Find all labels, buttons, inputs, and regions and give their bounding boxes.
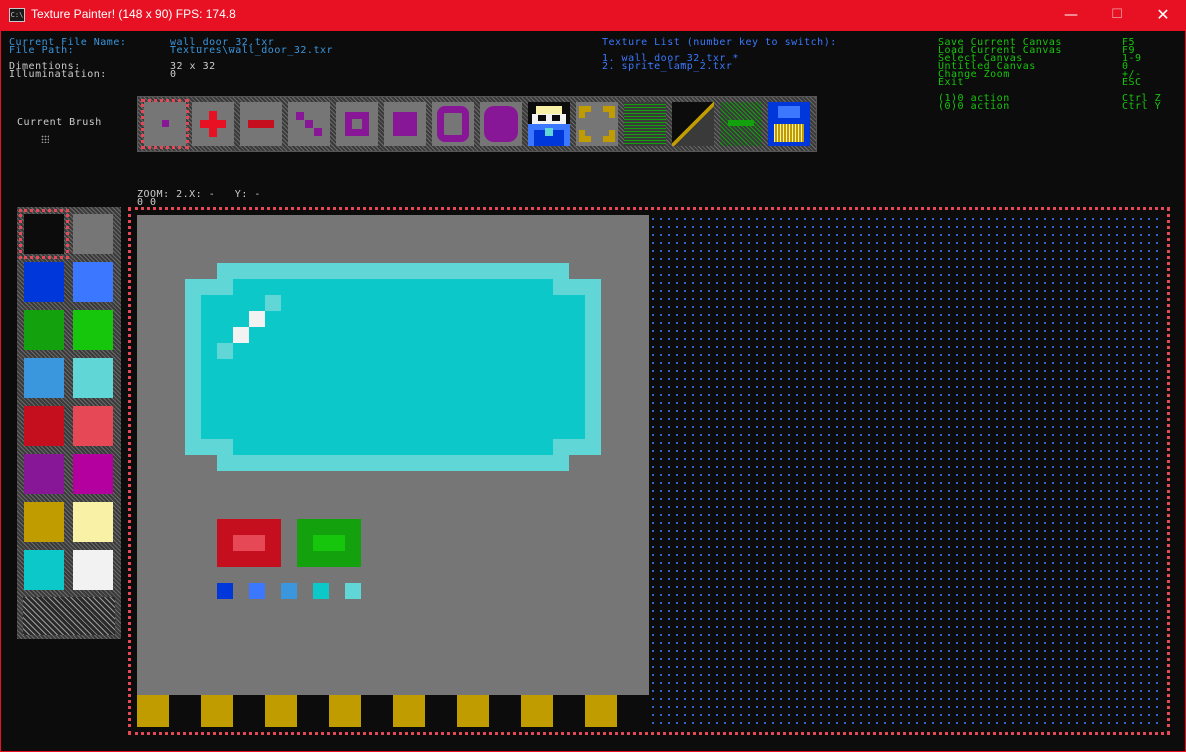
color-swatch-dark-red[interactable] (24, 406, 64, 446)
line-tool-icon[interactable] (288, 102, 330, 146)
hollow-circle-icon[interactable] (432, 102, 474, 146)
color-swatch-red[interactable] (73, 406, 113, 446)
pattern-icon[interactable] (624, 102, 666, 146)
save-disk-icon[interactable] (768, 102, 810, 146)
close-button[interactable]: ✕ (1140, 0, 1186, 31)
color-swatch-dark-yellow[interactable] (24, 502, 64, 542)
color-palette (17, 207, 121, 639)
brush-toolbar (137, 96, 817, 152)
color-swatch-green[interactable] (73, 310, 113, 350)
gradient-icon[interactable] (672, 102, 714, 146)
current-brush-preview (41, 135, 49, 143)
color-swatch-yellow[interactable] (73, 502, 113, 542)
current-brush-label: Current Brush (17, 117, 102, 128)
color-swatch-black[interactable] (19, 209, 69, 259)
cursor-position: 0 0 (137, 197, 157, 208)
color-swatch-dark-magenta[interactable] (24, 454, 64, 494)
arrow-icon[interactable] (720, 102, 762, 146)
pixel-tool-icon[interactable] (141, 99, 189, 149)
texture-list-heading: Texture List (number key to switch): (602, 37, 837, 48)
color-swatch-dark-green[interactable] (24, 310, 64, 350)
plus-brush-icon[interactable] (192, 102, 234, 146)
shortcut-key: ESC (1122, 77, 1142, 88)
minimize-button[interactable]: — (1048, 0, 1094, 31)
file-path-label: File Path: (9, 45, 75, 56)
texture-list-item[interactable]: 2. sprite_lamp_2.txr (602, 62, 732, 72)
shortcut-label: Exit (938, 77, 965, 88)
color-swatch-white[interactable] (73, 550, 113, 590)
filled-square-icon[interactable] (384, 102, 426, 146)
color-swatch-dark-blue[interactable] (24, 262, 64, 302)
console-app-icon: C:\ (9, 8, 25, 22)
color-swatch-magenta[interactable] (73, 454, 113, 494)
maximize-button[interactable]: ☐ (1094, 0, 1140, 31)
empty-canvas-grid[interactable] (649, 215, 1161, 727)
shortcut-key: Ctrl Y (1122, 101, 1162, 112)
color-swatch-cyan[interactable] (73, 358, 113, 398)
dimensions-value: 32 x 32 (170, 61, 216, 72)
hollow-square-icon[interactable] (336, 102, 378, 146)
color-swatch-dark-cyan[interactable] (24, 358, 64, 398)
title-bar: C:\ Texture Painter! (148 x 90) FPS: 174… (0, 0, 1186, 31)
window-title: Texture Painter! (148 x 90) FPS: 174.8 (31, 7, 236, 21)
color-swatch-gray[interactable] (73, 214, 113, 254)
shortcut-label: (0)0 action (938, 101, 1010, 112)
color-swatch-teal[interactable] (24, 550, 64, 590)
sprite-preview-icon[interactable] (528, 102, 570, 146)
minus-brush-icon[interactable] (240, 102, 282, 146)
color-swatch-blue[interactable] (73, 262, 113, 302)
texture-canvas[interactable] (137, 215, 649, 727)
file-path-value: Textures\wall_door_32.txr (170, 45, 334, 56)
eraser-swatch[interactable] (23, 597, 115, 635)
illumination-label: Illuminatation: (9, 69, 107, 80)
illumination-value: 0 (170, 69, 177, 80)
dotted-rect-icon[interactable] (576, 102, 618, 146)
filled-circle-icon[interactable] (480, 102, 522, 146)
